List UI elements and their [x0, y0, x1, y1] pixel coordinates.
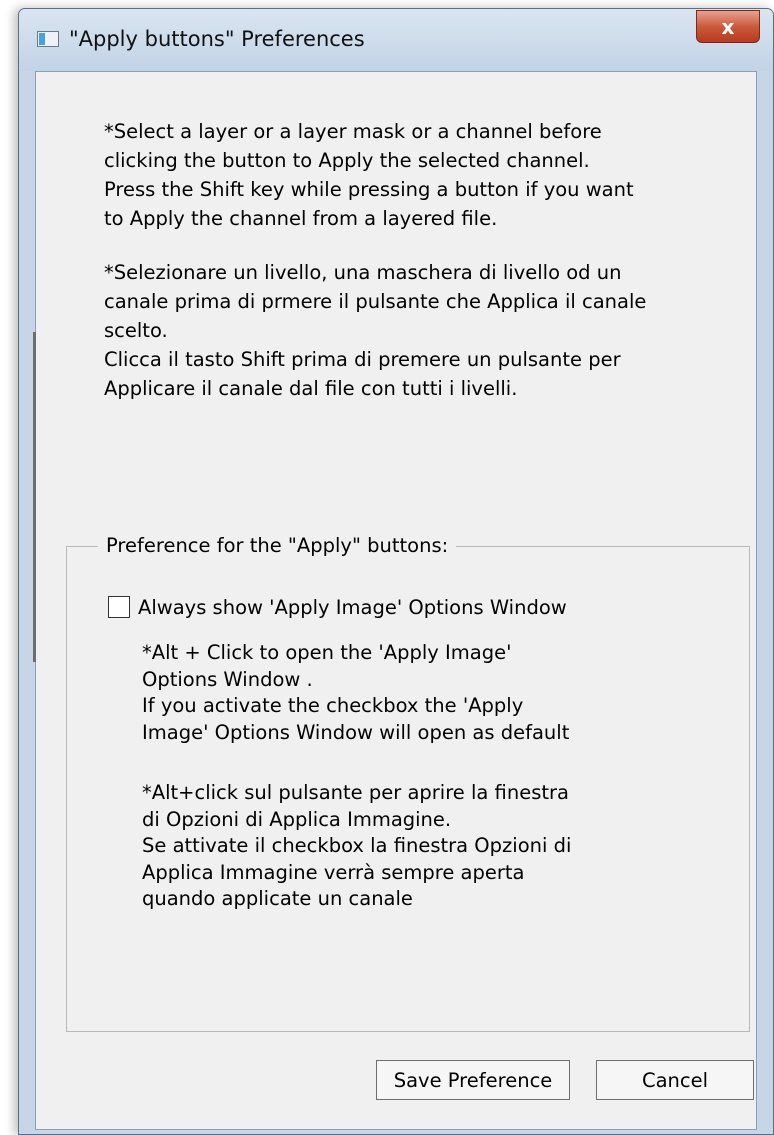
- preferences-dialog: "Apply buttons" Preferences x *Select a …: [18, 8, 774, 1135]
- info-text-english: *Select a layer or a layer mask or a cha…: [104, 117, 744, 233]
- close-button[interactable]: x: [696, 10, 760, 43]
- apply-image-checkbox-row[interactable]: Always show 'Apply Image' Options Window: [108, 593, 567, 621]
- info-paragraph-italian: *Selezionare un livello, una maschera di…: [104, 261, 647, 400]
- preference-group-label: Preference for the "Apply" buttons:: [98, 534, 457, 557]
- info-paragraph-english: *Select a layer or a layer mask or a cha…: [104, 120, 634, 230]
- info-text-italian: *Selezionare un livello, una maschera di…: [104, 258, 744, 403]
- cancel-button[interactable]: Cancel: [596, 1060, 754, 1100]
- save-preference-button[interactable]: Save Preference: [376, 1060, 570, 1100]
- dialog-content: *Select a layer or a layer mask or a cha…: [33, 71, 757, 1130]
- hint-text-italian: *Alt+click sul pulsante per aprire la fi…: [142, 781, 572, 910]
- title-bar[interactable]: "Apply buttons" Preferences x: [19, 9, 773, 71]
- hint-text-english: *Alt + Click to open the 'Apply Image' O…: [142, 641, 570, 744]
- window-title: "Apply buttons" Preferences: [69, 27, 365, 51]
- window-icon: [37, 31, 59, 47]
- always-show-apply-image-label[interactable]: Always show 'Apply Image' Options Window: [138, 596, 567, 619]
- left-edge-bar: [33, 332, 36, 662]
- always-show-apply-image-checkbox[interactable]: [108, 596, 130, 618]
